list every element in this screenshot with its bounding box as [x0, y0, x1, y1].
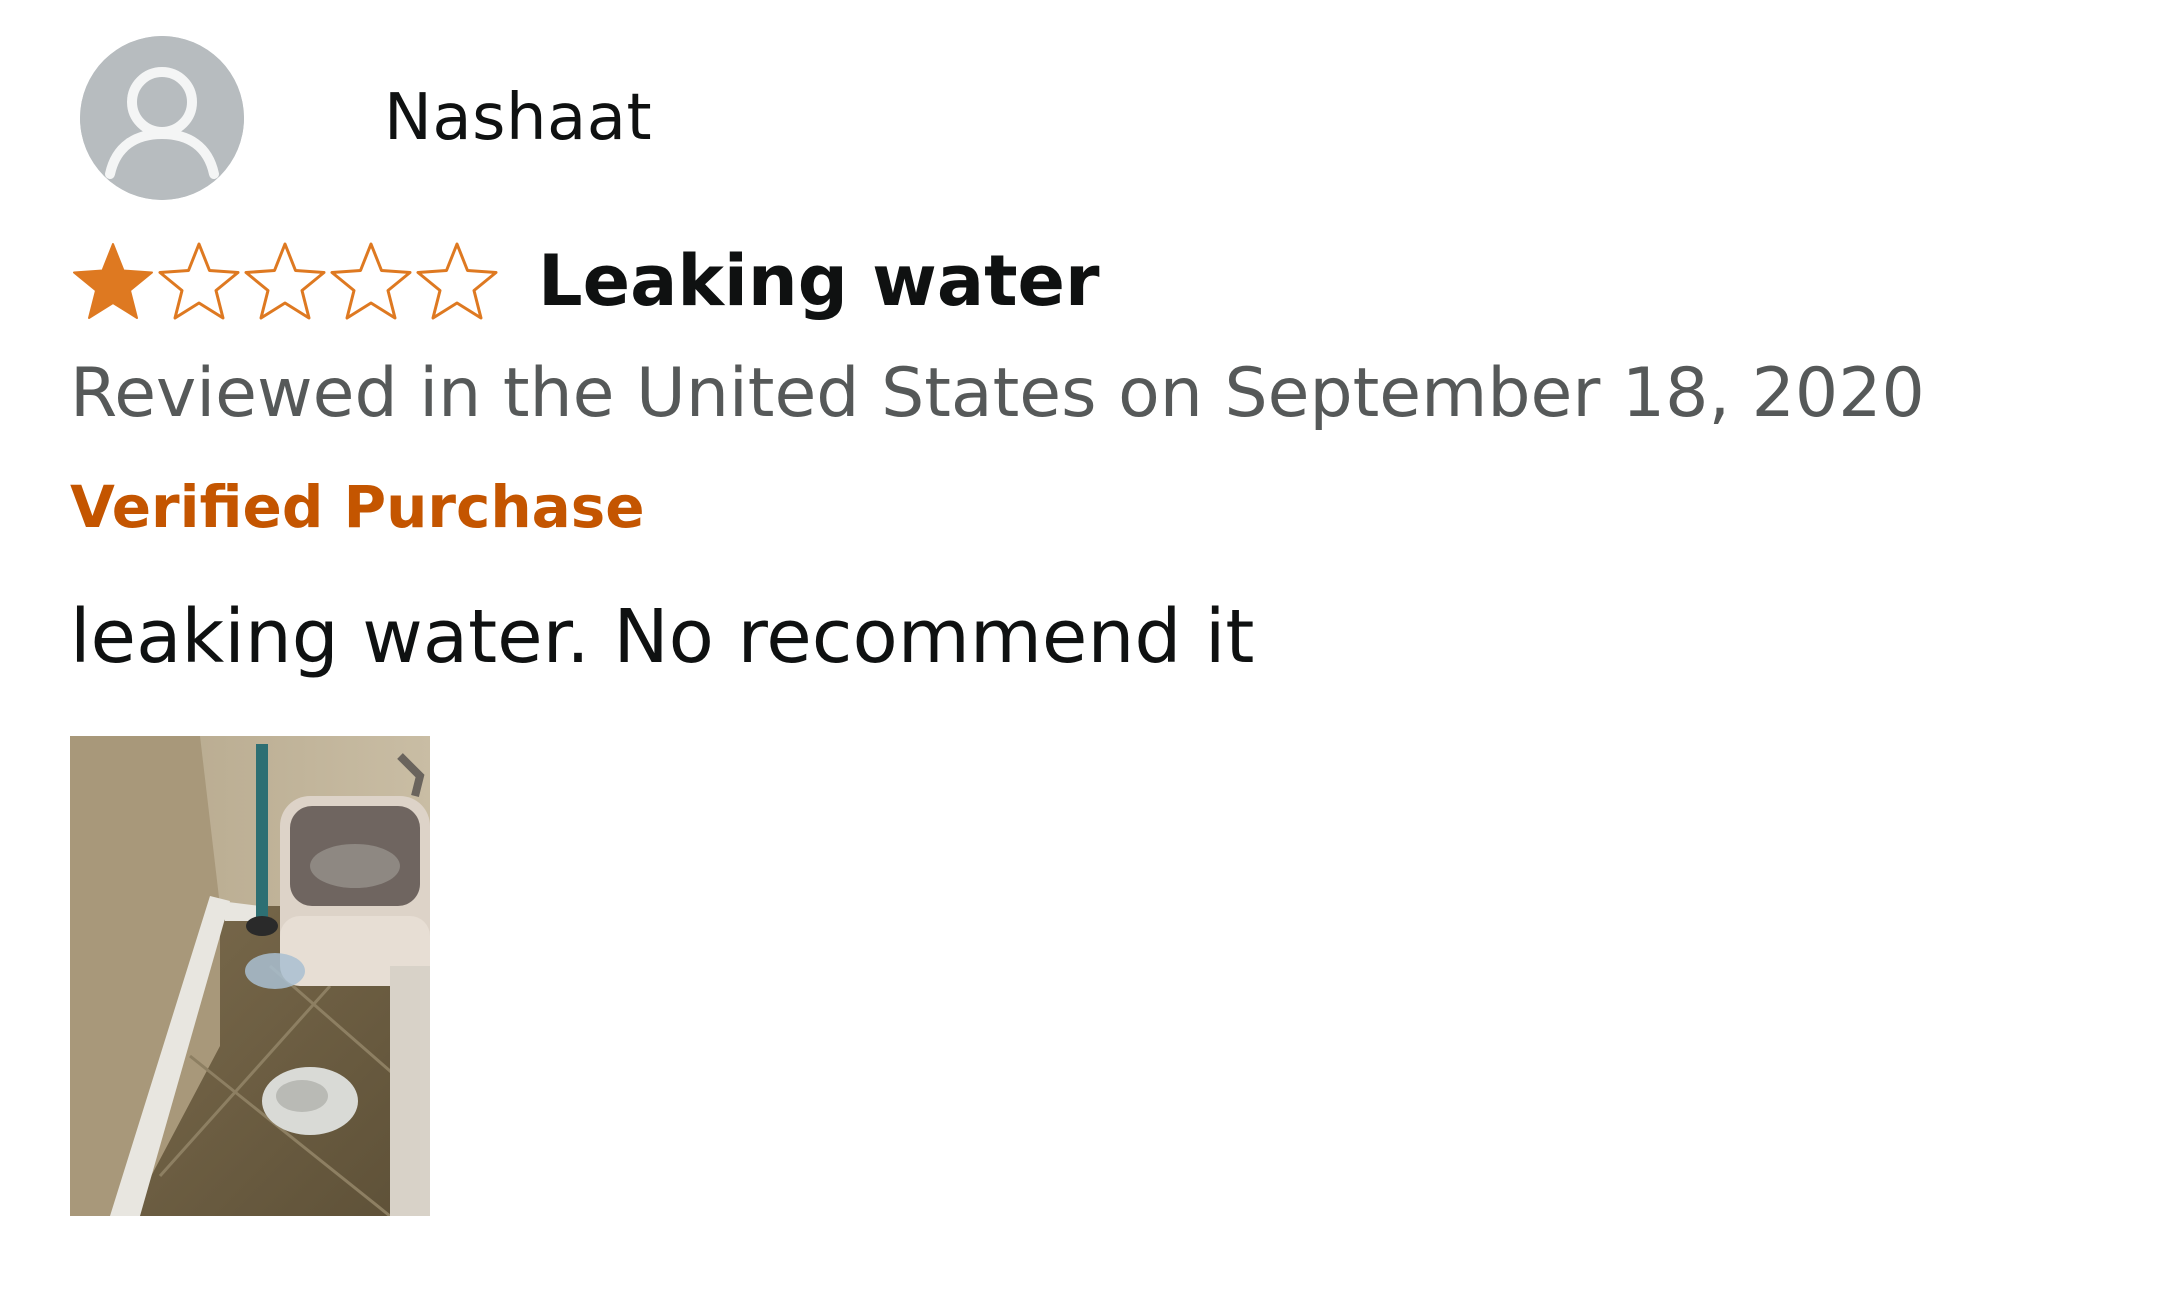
reviewer-profile[interactable]: Nashaat	[80, 36, 652, 200]
bathroom-photo	[70, 736, 430, 1216]
default-user-icon	[80, 36, 244, 200]
review-body: leaking water. No recommend it	[70, 594, 1255, 680]
rating-title-row: Leaking water	[70, 238, 1100, 324]
verified-purchase-badge[interactable]: Verified Purchase	[70, 478, 645, 536]
review-image-thumbnail[interactable]	[70, 736, 430, 1216]
star-empty-icon	[244, 242, 326, 320]
star-empty-icon	[416, 242, 498, 320]
review-date: Reviewed in the United States on Septemb…	[70, 354, 1925, 433]
star-filled-icon	[73, 243, 153, 319]
avatar[interactable]	[80, 36, 244, 200]
customer-review: Nashaat Leaking water Reviewed in the Un…	[0, 0, 2164, 1308]
star-rating[interactable]	[70, 238, 500, 324]
review-title[interactable]: Leaking water	[538, 246, 1100, 316]
star-empty-icon	[158, 242, 240, 320]
star-empty-icon	[330, 242, 412, 320]
reviewer-name[interactable]: Nashaat	[384, 86, 652, 150]
